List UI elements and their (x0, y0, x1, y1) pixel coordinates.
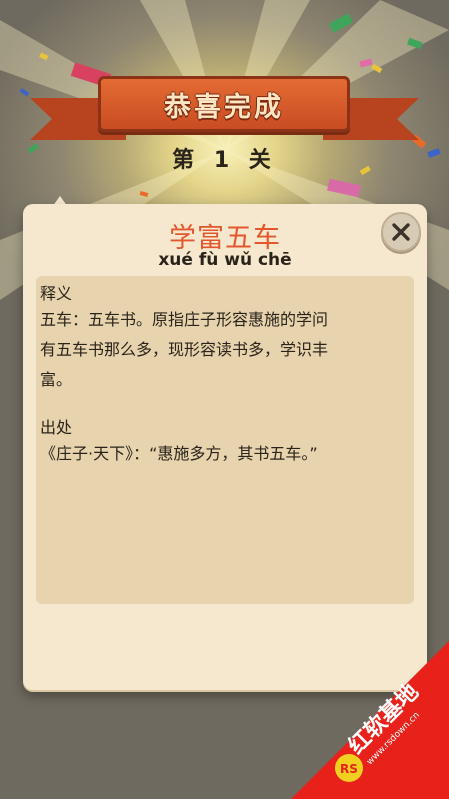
svg-text:RS: RS (340, 762, 358, 776)
watermark: 红软基地 www.rsdown.cn RS (291, 641, 449, 799)
watermark-logo-icon: RS (335, 754, 363, 782)
